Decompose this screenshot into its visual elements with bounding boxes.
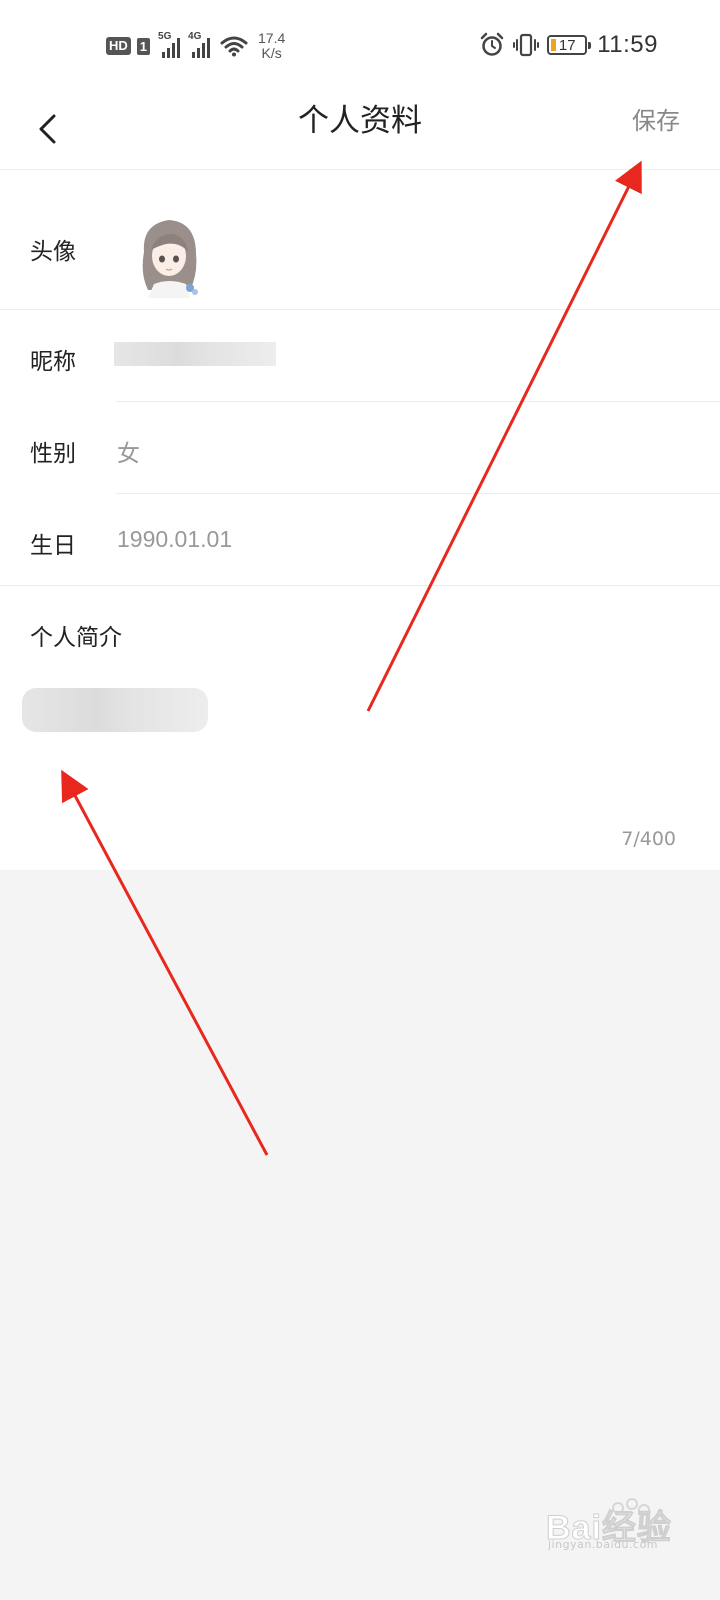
- avatar-row[interactable]: 头像: [0, 172, 720, 310]
- save-button[interactable]: 保存: [632, 90, 680, 152]
- bio-char-counter: 7/400: [621, 828, 676, 850]
- status-bar: HD 1 5G 4G 17.4 K/s 17 11:59: [0, 0, 720, 90]
- avatar-label: 头像: [30, 239, 76, 265]
- page-title: 个人资料: [298, 103, 422, 139]
- network-speed-value: 17.4: [258, 30, 286, 46]
- birthday-row[interactable]: 生日 1990.01.01: [0, 494, 720, 586]
- nickname-row[interactable]: 昵称: [0, 310, 720, 402]
- bio-input[interactable]: [20, 670, 700, 820]
- nav-header: 个人资料 保存: [0, 90, 720, 170]
- vibrate-icon: [513, 33, 540, 57]
- gender-label: 性别: [30, 441, 76, 467]
- network-speed-unit: K/s: [261, 45, 282, 61]
- alarm-icon: [479, 32, 505, 58]
- wifi-icon: [220, 35, 248, 57]
- signal-4g-tag: 4G: [188, 31, 202, 42]
- sim-slot-badge: 1: [136, 37, 151, 55]
- signal-4g-icon: 4G: [188, 31, 211, 58]
- status-right: 17 11:59: [479, 26, 658, 64]
- birthday-label: 生日: [30, 533, 76, 559]
- birthday-value: 1990.01.01: [117, 526, 233, 552]
- network-speed: 17.4 K/s: [258, 31, 285, 61]
- nickname-label: 昵称: [30, 349, 76, 375]
- clock: 11:59: [597, 31, 658, 58]
- nickname-value-redacted: [114, 342, 276, 366]
- watermark-url: jingyan.baidu.com: [548, 1538, 659, 1551]
- battery-icon: 17: [547, 35, 592, 55]
- gender-row[interactable]: 性别 女: [0, 402, 720, 494]
- bio-label: 个人简介: [30, 625, 122, 651]
- signal-5g-tag: 5G: [158, 31, 172, 42]
- battery-level: 17: [558, 36, 576, 54]
- gender-value: 女: [117, 441, 140, 467]
- status-left: HD 1 5G 4G 17.4 K/s: [106, 28, 285, 64]
- hd-badge: HD: [106, 37, 131, 55]
- avatar[interactable]: [134, 212, 204, 302]
- bio-text-redacted: [22, 688, 208, 732]
- signal-5g-icon: 5G: [158, 31, 181, 58]
